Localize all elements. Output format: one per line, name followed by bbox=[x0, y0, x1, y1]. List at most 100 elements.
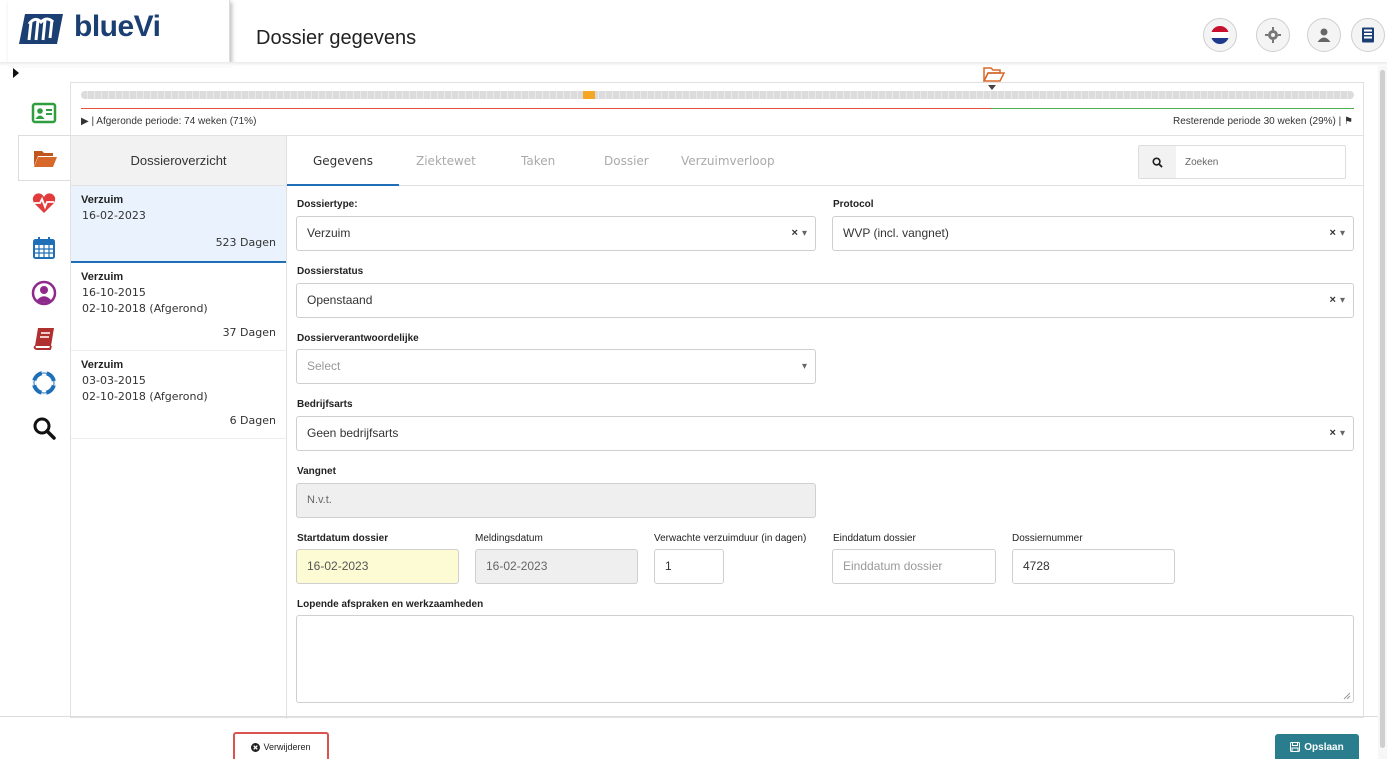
chevron-down-icon: ▾ bbox=[801, 361, 807, 372]
tab-gegevens[interactable]: Gegevens bbox=[287, 136, 400, 186]
dossier-type: Verzuim bbox=[81, 359, 124, 371]
clear-icon[interactable]: × bbox=[792, 227, 798, 239]
dossier-end-date: 02-10-2018 (Afgerond) bbox=[82, 390, 208, 403]
dossier-days: 37 Dagen bbox=[222, 326, 276, 339]
dossier-days: 6 Dagen bbox=[229, 414, 276, 427]
book-icon bbox=[33, 328, 54, 350]
dossier-start-date: 16-10-2015 bbox=[82, 286, 146, 299]
dossierstatus-value: Openstaand bbox=[307, 293, 373, 307]
dossier-type: Verzuim bbox=[81, 194, 124, 206]
timeline-completed-text: ▶ | Afgeronde periode: 74 weken (71%) bbox=[81, 116, 257, 127]
clear-icon[interactable]: × bbox=[1330, 427, 1336, 439]
dossier-start-date: 16-02-2023 bbox=[82, 209, 146, 222]
afspraken-textarea[interactable] bbox=[296, 615, 1354, 703]
dossierstatus-select[interactable]: Openstaand × ▾ bbox=[296, 283, 1354, 318]
protocol-label: Protocol bbox=[833, 199, 874, 210]
sidebar-toggle-caret-icon[interactable] bbox=[13, 68, 19, 78]
tab-dossier[interactable]: Dossier bbox=[604, 136, 649, 186]
verzuimduur-label: Verwachte verzuimduur (in dagen) bbox=[654, 533, 807, 544]
tab-verzuimverloop[interactable]: Verzuimverloop bbox=[681, 136, 775, 186]
gear-icon bbox=[1265, 27, 1281, 43]
user-button[interactable] bbox=[1307, 18, 1341, 52]
clear-icon[interactable]: × bbox=[1330, 227, 1336, 239]
resize-handle-icon[interactable] bbox=[1343, 692, 1351, 700]
dossiernummer-input[interactable]: 4728 bbox=[1012, 549, 1175, 584]
id-card-icon bbox=[31, 102, 57, 124]
protocol-select[interactable]: WVP (incl. vangnet) × ▾ bbox=[832, 216, 1354, 251]
sidebar-item-personal[interactable] bbox=[18, 90, 70, 136]
dossier-list-item[interactable]: Verzuim 16-02-2023 523 Dagen bbox=[71, 186, 286, 263]
dossierstatus-label: Dossierstatus bbox=[297, 266, 364, 277]
select-controls: × ▾ bbox=[1329, 227, 1345, 239]
dossiernummer-label: Dossiernummer bbox=[1012, 533, 1083, 544]
save-button-label: Opslaan bbox=[1304, 741, 1344, 753]
scrollbar-thumb[interactable] bbox=[1380, 70, 1385, 748]
search-box bbox=[1138, 145, 1346, 179]
startdatum-input[interactable]: 16-02-2023 bbox=[296, 549, 459, 584]
einddatum-input[interactable]: Einddatum dossier bbox=[832, 549, 996, 584]
verantwoordelijke-placeholder: Select bbox=[307, 359, 341, 373]
page-title: Dossier gegevens bbox=[256, 27, 417, 49]
sidebar-item-dossier[interactable] bbox=[18, 135, 70, 181]
tab-taken[interactable]: Taken bbox=[521, 136, 555, 186]
timeline-pointer-icon bbox=[988, 85, 996, 90]
save-button[interactable]: Opslaan bbox=[1275, 734, 1359, 759]
vangnet-label: Vangnet bbox=[297, 466, 336, 477]
select-controls: × ▾ bbox=[1329, 294, 1345, 306]
sidebar-item-calendar[interactable] bbox=[18, 225, 70, 271]
flag-nl-icon bbox=[1211, 26, 1229, 44]
timeline-current-marker bbox=[583, 91, 595, 99]
sidebar-item-help[interactable] bbox=[18, 360, 70, 406]
startdatum-label: Startdatum dossier bbox=[297, 533, 389, 544]
dossiertype-select[interactable]: Verzuim × ▾ bbox=[296, 216, 816, 251]
search-icon bbox=[33, 417, 56, 440]
bedrijfsarts-select[interactable]: Geen bedrijfsarts × ▾ bbox=[296, 416, 1354, 451]
life-ring-icon bbox=[32, 371, 56, 395]
verantwoordelijke-select[interactable]: Select ▾ bbox=[296, 349, 816, 384]
sidebar-item-health[interactable] bbox=[18, 180, 70, 226]
protocol-value: WVP (incl. vangnet) bbox=[843, 226, 949, 240]
settings-button[interactable] bbox=[1256, 18, 1290, 52]
select-controls: × ▾ bbox=[791, 227, 807, 239]
header-divider bbox=[0, 62, 1387, 66]
heartbeat-icon bbox=[32, 193, 56, 213]
bedrijfsarts-label: Bedrijfsarts bbox=[297, 399, 353, 410]
sidebar-item-documents[interactable] bbox=[18, 315, 70, 361]
tab-ziektewet[interactable]: Ziektewet bbox=[416, 136, 476, 186]
remove-circle-icon bbox=[251, 742, 261, 752]
dossier-start-date: 03-03-2015 bbox=[82, 374, 146, 387]
bedrijfsarts-value: Geen bedrijfsarts bbox=[307, 426, 399, 440]
dossiertype-label: Dossiertype: bbox=[297, 199, 358, 210]
delete-button[interactable]: Verwijderen bbox=[233, 732, 329, 759]
logo[interactable]: blueVi bbox=[8, 0, 230, 62]
tab-bar: Gegevens Ziektewet Taken Dossier Verzuim… bbox=[287, 136, 1364, 186]
sidebar-item-search[interactable] bbox=[18, 405, 70, 451]
timeline-remaining-text: Resterende periode 30 weken (29%) | ⚑ bbox=[1173, 116, 1353, 127]
search-input[interactable] bbox=[1177, 146, 1345, 178]
dossiertype-value: Verzuim bbox=[307, 226, 351, 240]
organisation-button[interactable] bbox=[1351, 18, 1385, 52]
search-icon[interactable] bbox=[1139, 146, 1176, 178]
dossier-days: 523 Dagen bbox=[215, 236, 276, 249]
meldingsdatum-label: Meldingsdatum bbox=[475, 533, 543, 544]
dossier-list-item[interactable]: Verzuim 03-03-2015 02-10-2018 (Afgerond)… bbox=[71, 351, 286, 439]
dossier-end-date: 02-10-2018 (Afgerond) bbox=[82, 302, 208, 315]
user-icon bbox=[1317, 28, 1331, 42]
clear-icon[interactable]: × bbox=[1330, 294, 1336, 306]
vangnet-field: N.v.t. bbox=[296, 483, 816, 518]
afspraken-label: Lopende afspraken en werkzaamheden bbox=[297, 599, 484, 610]
language-button[interactable] bbox=[1203, 18, 1237, 52]
dossier-list-item[interactable]: Verzuim 16-10-2015 02-10-2018 (Afgerond)… bbox=[71, 263, 286, 351]
verzuimduur-input[interactable]: 1 bbox=[654, 549, 724, 584]
building-icon bbox=[1362, 27, 1374, 43]
timeline-folder-icon bbox=[983, 67, 1005, 82]
einddatum-label: Einddatum dossier bbox=[833, 533, 916, 544]
verantwoordelijke-label: Dossierverantwoordelijke bbox=[297, 333, 419, 344]
floppy-disk-icon bbox=[1290, 742, 1301, 752]
folder-open-icon bbox=[33, 151, 57, 167]
footer-divider bbox=[0, 716, 1387, 717]
timeline-bar[interactable] bbox=[81, 91, 1354, 99]
calendar-icon bbox=[33, 237, 55, 259]
sidebar-item-profile[interactable] bbox=[18, 270, 70, 316]
dossier-type: Verzuim bbox=[81, 271, 124, 283]
